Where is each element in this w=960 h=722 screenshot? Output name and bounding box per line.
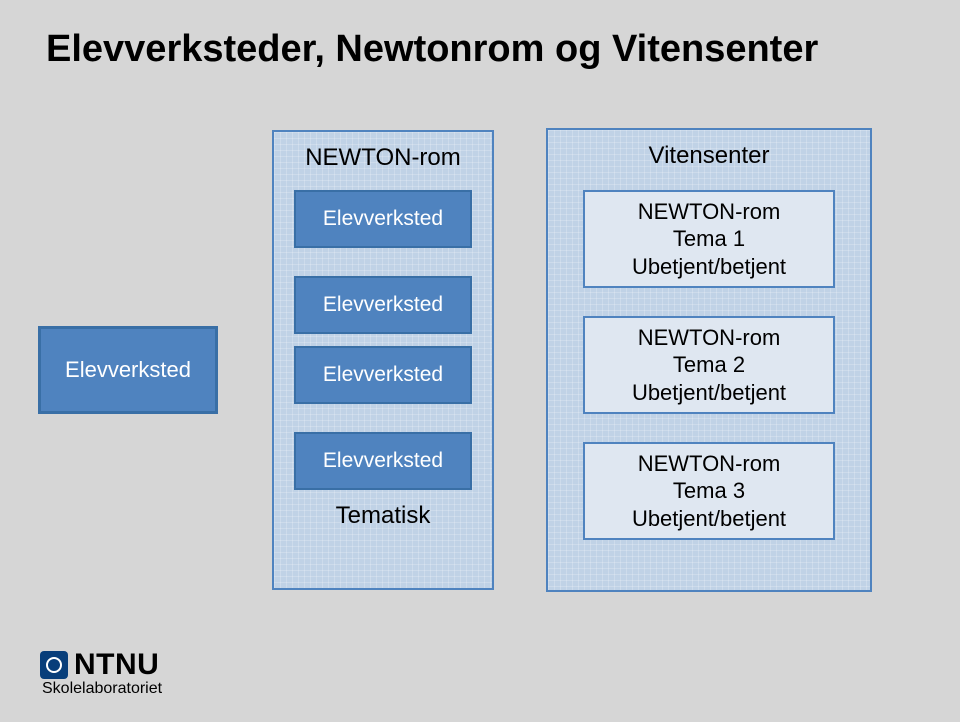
tema-line: Ubetjent/betjent [632,379,786,407]
tema-line: NEWTON-rom [638,324,781,352]
elevverksted-label: Elevverksted [323,207,443,231]
logo-row: NTNU [40,648,162,682]
elevverksted-label: Elevverksted [323,293,443,317]
tema-line: NEWTON-rom [638,450,781,478]
elevverksted-box: Elevverksted [294,346,472,404]
vitensenter-column: Vitensenter NEWTON-rom Tema 1 Ubetjent/b… [546,128,872,592]
ntnu-logo-icon [40,651,68,679]
elevverksted-box: Elevverksted [294,276,472,334]
elevverksted-label: Elevverksted [323,363,443,387]
elevverksted-standalone-box: Elevverksted [38,326,218,414]
vitensenter-header: Vitensenter [548,130,870,176]
elevverksted-box: Elevverksted [294,432,472,490]
newton-rom-tema-box: NEWTON-rom Tema 1 Ubetjent/betjent [583,190,835,288]
elevverksted-box: Elevverksted [294,190,472,248]
tema-line: NEWTON-rom [638,198,781,226]
newton-rom-tema-box: NEWTON-rom Tema 3 Ubetjent/betjent [583,442,835,540]
logo-subtitle: Skolelaboratoriet [42,680,162,698]
tematisk-label: Tematisk [274,502,492,530]
tema-line: Tema 1 [673,225,745,253]
tema-line: Tema 2 [673,351,745,379]
newton-rom-tema-box: NEWTON-rom Tema 2 Ubetjent/betjent [583,316,835,414]
elevverksted-standalone-label: Elevverksted [65,357,191,383]
elevverksted-label: Elevverksted [323,449,443,473]
tema-line: Ubetjent/betjent [632,253,786,281]
footer-logo-block: NTNU Skolelaboratoriet [40,648,162,698]
tema-line: Ubetjent/betjent [632,505,786,533]
newton-rom-column: NEWTON-rom Elevverksted Elevverksted Ele… [272,130,494,590]
ntnu-logo-text: NTNU [74,648,159,682]
tema-line: Tema 3 [673,477,745,505]
newton-rom-header: NEWTON-rom [274,132,492,178]
page-title: Elevverksteder, Newtonrom og Vitensenter [46,28,818,71]
